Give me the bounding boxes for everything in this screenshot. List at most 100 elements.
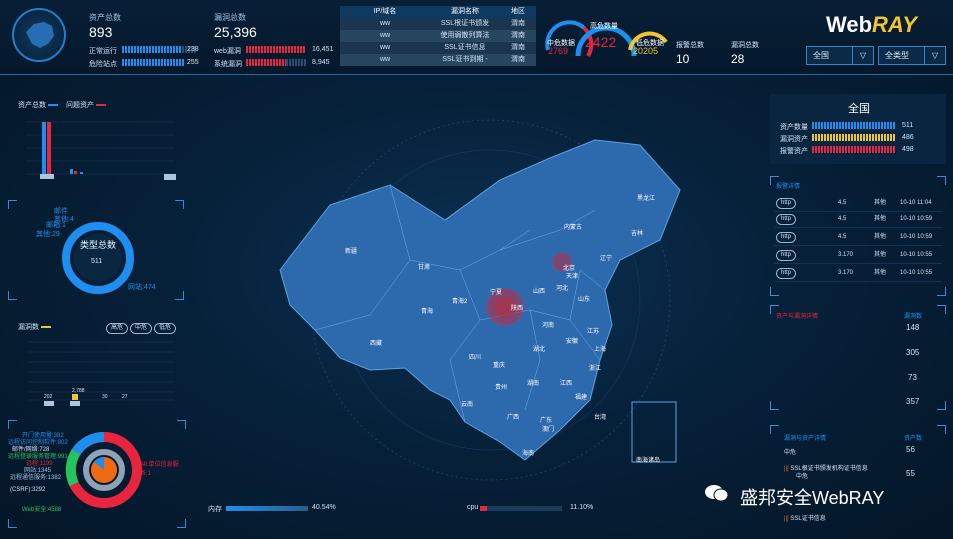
web-vuln-bar <box>246 46 306 53</box>
map-label-guizhou: 贵州 <box>495 385 508 391</box>
alarm-row[interactable]: http 3.170 其他 10-10 10:55 <box>774 248 942 264</box>
vuln-asset-value: 55 <box>906 469 915 478</box>
cell-name: 使用弱散列算法 <box>440 32 490 39</box>
map-label-gansu: 甘肃 <box>418 265 431 271</box>
mini-map-icon <box>12 8 66 62</box>
col-ip: IP/域名 <box>373 8 397 15</box>
alarm-time: 10-10 11:04 <box>900 200 932 206</box>
vuln-asset-item[interactable]: ||| SSL证书信息 <box>784 513 826 522</box>
map-label-jiangsu: 江苏 <box>587 329 600 335</box>
corner <box>8 420 17 429</box>
table-row[interactable]: ww SSL根证书颁发 渭南 <box>340 18 536 30</box>
asset-vuln-value[interactable]: 73 <box>908 373 917 382</box>
cell-ip: ww <box>379 20 391 27</box>
col-name: 漏洞名称 <box>451 8 479 15</box>
webray-logo: WebRAY <box>826 12 917 38</box>
map-label-macau: 澳门 <box>542 427 555 433</box>
alarm-time: 10-10 10:59 <box>900 216 933 222</box>
alarm-row[interactable]: http 4.5 其他 10-10 10:59 <box>774 230 942 246</box>
proto-badge: http <box>776 250 797 261</box>
asset-vuln-value[interactable]: 357 <box>906 397 919 406</box>
cpu-label: cpu <box>467 504 479 511</box>
corner <box>937 401 946 410</box>
vuln-table: IP/域名 漏洞名称 地区 ww SSL根证书颁发 渭南 ww 使用弱散列算法 … <box>340 6 536 66</box>
map-label-shaanxi: 陕西 <box>511 306 524 312</box>
asset-vuln-value[interactable]: 305 <box>906 348 919 357</box>
filter-high[interactable]: 高危 <box>106 323 129 334</box>
corner <box>770 287 779 296</box>
alarm-type: 其他 <box>874 200 887 206</box>
summary-row-label: 资产数量 <box>780 124 808 131</box>
region-summary-panel: 全国 资产数量 511 漏洞资产 486 报警资产 498 <box>770 94 946 164</box>
map-label-hubei: 湖北 <box>533 347 546 353</box>
table-row[interactable]: ww SSL证书信息 渭南 <box>340 42 536 54</box>
filter-medium[interactable]: 中危 <box>130 323 153 334</box>
chevron-down-icon: ▽ <box>924 47 945 64</box>
vuln-asset-item[interactable]: 中危 <box>796 471 808 480</box>
vuln-count-value: 28 <box>731 52 745 66</box>
summary-title: 全国 <box>848 103 870 115</box>
map-label-shanghai: 上海 <box>594 347 607 353</box>
map-label-jilin: 吉林 <box>631 231 644 237</box>
vuln-total-label: 漏洞总数 <box>214 13 246 22</box>
asset-chart-panel: 资产总数 问题资产 <box>8 95 184 195</box>
alarm-ip: 3.170 <box>838 270 854 276</box>
alarm-row[interactable]: http 3.170 其他 10-10 10:55 <box>774 266 942 282</box>
proto-badge: http <box>776 268 797 279</box>
pie-label-6: 远程通信服务:1382 <box>10 475 62 481</box>
corner <box>177 519 186 528</box>
table-row[interactable]: ww 使用弱散列算法 渭南 <box>340 30 536 42</box>
type-select[interactable]: 全类型 ▽ <box>878 46 946 65</box>
map-label-hebei: 河北 <box>556 286 569 292</box>
cpu-value: 11.10% <box>570 504 594 511</box>
danger-value: 255 <box>187 59 199 66</box>
table-row[interactable]: ww SSL证书到期 - 渭南 <box>340 54 536 66</box>
col-region: 地区 <box>511 8 525 15</box>
asset-total-label: 资产总数 <box>89 13 121 22</box>
normal-bar <box>122 46 182 53</box>
vuln-asset-item[interactable]: 中危 <box>784 447 796 456</box>
logo-web: Web <box>826 12 873 37</box>
pie-label-7: (CSRF):3292 <box>10 487 46 493</box>
donut-center-label: 类型总数 <box>80 240 117 250</box>
web-vuln-label: web漏洞 <box>214 48 241 55</box>
mem-label: 内存 <box>208 506 222 513</box>
map-label-qinghai-2: 青海2 <box>452 299 468 305</box>
vuln-chart-title: 漏洞数 <box>18 322 51 332</box>
region-select[interactable]: 全国 ▽ <box>806 46 874 65</box>
alarm-ip: 3.170 <box>838 252 854 258</box>
mem-bar <box>226 506 308 511</box>
corner <box>937 425 946 434</box>
vuln-asset-title: 漏洞与资产详情 <box>784 436 827 442</box>
china-map[interactable] <box>260 110 720 490</box>
legend-problem: 问题资产 <box>66 100 106 110</box>
summary-row-bar <box>812 146 896 153</box>
alarm-row[interactable]: http 4.5 其他 10-10 11:04 <box>774 196 942 212</box>
corner <box>937 176 946 185</box>
cell-name: SSL证书信息 <box>444 44 486 51</box>
summary-row-value: 498 <box>902 146 914 153</box>
corner <box>770 401 779 410</box>
map-label-hainan: 海南 <box>522 451 535 457</box>
map-label-heilongjiang: 黑龙江 <box>637 196 656 202</box>
summary-row-label: 漏洞资产 <box>780 136 808 143</box>
sys-vuln-value: 8,945 <box>312 59 330 66</box>
map-label-shandong: 山东 <box>578 297 591 303</box>
medium-value: 2769 <box>548 46 569 56</box>
normal-value: 238 <box>187 46 199 53</box>
asset-vuln-value[interactable]: 148 <box>906 323 919 332</box>
map-label-hunan: 湖南 <box>527 381 540 387</box>
alarm-type: 其他 <box>874 234 887 240</box>
filter-low[interactable]: 低危 <box>154 323 177 334</box>
map-label-chongqing: 重庆 <box>493 363 506 369</box>
svg-text:30: 30 <box>102 394 108 400</box>
map-label-henan: 河南 <box>542 323 555 329</box>
alarm-detail-title: 报警详情 <box>776 184 801 190</box>
vuln-count-label: 漏洞总数 <box>731 42 759 49</box>
corner <box>937 305 946 314</box>
alarm-ip: 4.5 <box>838 200 847 206</box>
svg-text:202: 202 <box>44 394 53 400</box>
alarm-row[interactable]: http 4.5 其他 10-10 10:59 <box>774 212 942 228</box>
map-label-xinjiang: 新疆 <box>345 249 358 255</box>
sys-vuln-bar <box>246 59 286 66</box>
